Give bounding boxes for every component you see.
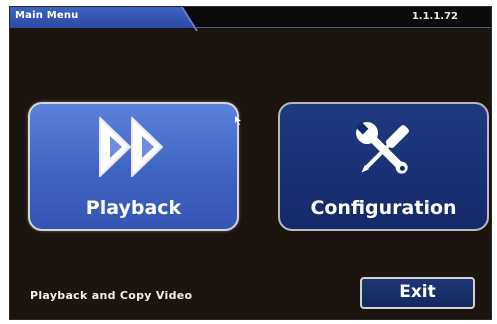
- title-bar: Main Menu 1.1.1.72: [10, 7, 491, 31]
- configuration-label: Configuration: [310, 197, 457, 219]
- title-tab: Main Menu: [10, 7, 195, 28]
- playback-button[interactable]: Playback: [28, 102, 239, 231]
- title-bar-divider: [195, 27, 491, 28]
- exit-button[interactable]: Exit: [360, 277, 475, 309]
- wrench-screwdriver-icon: [348, 114, 420, 190]
- version-label: 1.1.1.72: [411, 11, 458, 22]
- selection-description: Playback and Copy Video: [30, 289, 193, 302]
- configuration-button[interactable]: Configuration: [278, 102, 489, 231]
- playback-label: Playback: [85, 197, 182, 219]
- double-chevron-right-icon: [98, 114, 170, 184]
- main-menu-screen: Main Menu 1.1.1.72 Playback Configuratio…: [9, 6, 492, 320]
- window-title: Main Menu: [15, 10, 79, 21]
- mouse-pointer-icon: [235, 116, 241, 125]
